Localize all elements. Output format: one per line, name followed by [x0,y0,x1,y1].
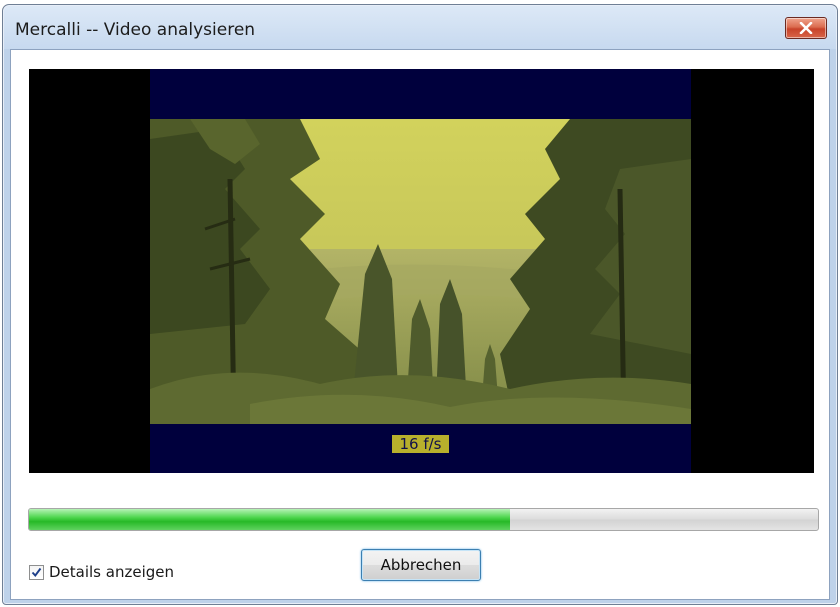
dialog-client-area: 16 f/s Details anzeigen Abbrechen [10,49,830,600]
analysis-progress-bar [28,508,819,531]
checkmark-icon [31,567,42,577]
details-checkbox-label[interactable]: Details anzeigen [49,563,174,581]
close-button[interactable] [785,17,827,39]
video-scene-image [150,119,691,424]
cancel-button[interactable]: Abbrechen [361,549,481,581]
title-bar[interactable]: Mercalli -- Video analysieren [3,5,837,49]
video-preview: 16 f/s [29,69,814,473]
dialog-window: Mercalli -- Video analysieren 16 f/s Det… [2,4,838,605]
progress-fill [29,509,511,530]
close-icon [799,22,813,34]
window-title: Mercalli -- Video analysieren [15,20,256,40]
fps-indicator: 16 f/s [392,435,449,453]
video-frame: 16 f/s [150,69,691,473]
details-checkbox-row[interactable]: Details anzeigen [29,563,174,581]
details-checkbox[interactable] [29,564,44,580]
